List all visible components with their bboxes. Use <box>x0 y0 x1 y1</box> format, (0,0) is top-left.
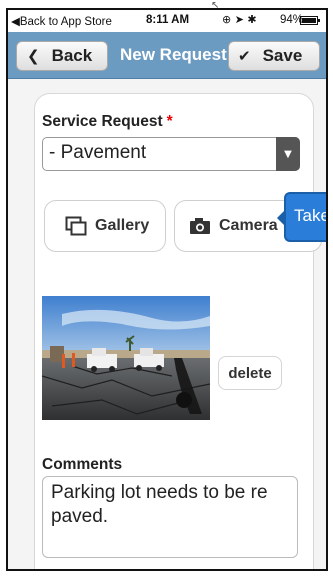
chevron-left-icon: ❮ <box>27 47 40 65</box>
checkmark-icon: ✔ <box>238 47 251 65</box>
delete-photo-button[interactable]: delete <box>218 356 282 390</box>
service-request-select[interactable]: - Pavement ▼ <box>42 137 300 171</box>
tooltip-text: Take <box>294 206 328 225</box>
save-button[interactable]: ✔ Save <box>228 41 320 71</box>
dropdown-arrow-icon: ▼ <box>276 137 300 171</box>
phone-screen: ◀Back to App Store 8:11 AM ⊕ ➤ ✱ 94% ❮ B… <box>6 8 328 571</box>
service-request-value: - Pavement <box>49 142 147 163</box>
required-mark: * <box>166 113 173 130</box>
back-button[interactable]: ❮ Back <box>16 41 108 71</box>
gallery-button[interactable]: Gallery <box>44 200 166 252</box>
tooltip-arrow <box>277 209 286 227</box>
service-request-label: Service Request * <box>42 113 173 131</box>
nav-bar: ❮ Back New Request ✔ Save <box>8 32 326 79</box>
take-photo-tooltip: Take <box>277 192 328 242</box>
page-title: New Request <box>120 45 227 64</box>
status-bar: ◀Back to App Store 8:11 AM ⊕ ➤ ✱ 94% <box>8 10 326 32</box>
status-time: 8:11 AM <box>146 14 190 26</box>
back-button-label: Back <box>51 46 93 65</box>
battery-icon <box>300 16 320 25</box>
camera-icon <box>189 217 211 235</box>
status-icons: ⊕ ➤ ✱ <box>222 13 257 26</box>
save-button-label: Save <box>262 46 303 65</box>
back-to-app-store-link[interactable]: ◀Back to App Store <box>11 14 112 28</box>
service-request-label-text: Service Request <box>42 113 163 130</box>
photo-thumbnail <box>42 296 210 420</box>
gallery-button-label: Gallery <box>95 217 150 234</box>
comments-textarea[interactable]: Parking lot needs to be re paved. <box>42 476 298 558</box>
comments-label: Comments <box>42 456 123 473</box>
gallery-icon <box>65 216 87 236</box>
camera-button-label: Camera <box>219 217 278 234</box>
